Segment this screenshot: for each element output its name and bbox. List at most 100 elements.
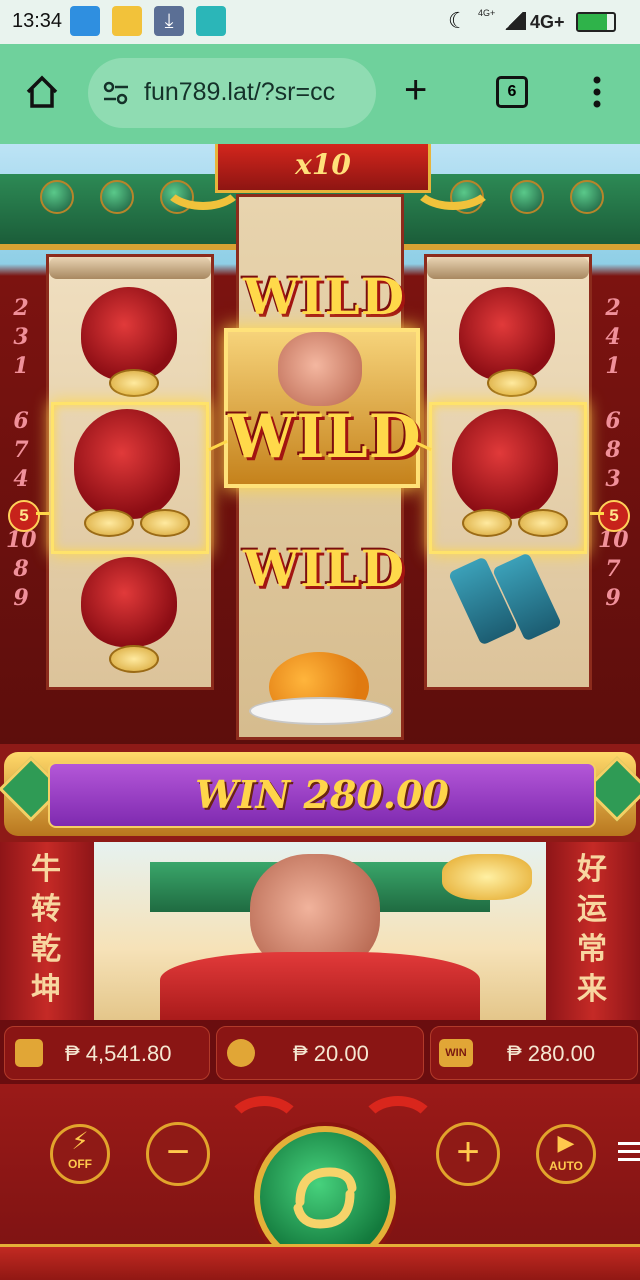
blessing-text-left: 牛 转 乾 坤	[16, 850, 76, 1010]
control-panel-base	[0, 1244, 640, 1280]
auto-spin-button[interactable]: ▶ AUTO	[536, 1124, 596, 1184]
decrease-bet-button[interactable]: −	[146, 1122, 210, 1186]
reel-scroll-top	[49, 257, 211, 279]
wild-symbol-label: WILD	[228, 402, 422, 472]
money-bag-symbol	[74, 409, 180, 519]
pillar-right: 好 运 常 来	[546, 842, 640, 1020]
line-number: 1	[13, 353, 29, 379]
blessing-char: 转	[31, 892, 61, 927]
win-icon: WIN	[439, 1039, 473, 1067]
wild-symbol-label: WILD	[243, 267, 406, 326]
ox-character	[278, 332, 362, 406]
hamburger-icon	[618, 1142, 640, 1161]
blessing-char: 好	[577, 852, 607, 887]
control-panel: ⚡ OFF − + ▶ AUTO	[0, 1084, 640, 1280]
blessing-char: 来	[577, 972, 607, 1007]
coins-icon	[227, 1039, 255, 1067]
roof-ornament	[510, 180, 544, 214]
home-button[interactable]	[22, 72, 62, 112]
wallet-icon	[15, 1039, 43, 1067]
roof-ornament	[40, 180, 74, 214]
money-bag-symbol	[81, 287, 177, 381]
money-bag-symbol	[81, 557, 177, 647]
payline-badge-right: 5	[598, 500, 630, 532]
line-number: 7	[605, 556, 621, 582]
coin-icon	[487, 369, 537, 397]
line-number: 9	[605, 585, 621, 611]
line-number: 1	[605, 353, 621, 379]
menu-button[interactable]	[588, 70, 606, 114]
line-number: 8	[605, 437, 621, 463]
coin-icon	[518, 509, 568, 537]
network-small-label: 4G+	[478, 8, 496, 18]
win-amount-text: WIN 280.00	[195, 772, 449, 817]
payline	[36, 512, 50, 515]
status-bar: 13:34 ⤓ ☾ 4G+ 4G+	[0, 0, 640, 44]
balance-value: ₱ 4,541.80	[65, 1041, 172, 1066]
battery-icon	[576, 12, 616, 32]
reel-right	[424, 254, 592, 690]
multiplier-label: x10	[295, 148, 351, 181]
turbo-label: OFF	[68, 1157, 92, 1171]
left-line-numbers: 2 3 1 6 7 4 10 8 9	[6, 294, 37, 613]
line-number: 9	[13, 585, 29, 611]
auto-label: AUTO	[549, 1159, 583, 1173]
gold-horn-right	[410, 154, 496, 210]
line-number: 8	[13, 556, 29, 582]
pillar-left: 牛 转 乾 坤	[0, 842, 94, 1020]
line-number: 2	[13, 295, 29, 321]
ox-mascot-jacket	[160, 952, 480, 1022]
blessing-char: 常	[577, 932, 607, 967]
money-bag-symbol	[459, 287, 555, 381]
wild-symbol-label: WILD	[243, 539, 406, 598]
signal-icon	[502, 12, 526, 30]
game-menu-button[interactable]	[618, 1140, 640, 1164]
character-scene: 牛 转 乾 坤 好 运 常 来	[0, 842, 640, 1022]
blessing-char: 乾	[31, 932, 61, 967]
plus-icon: +	[456, 1130, 480, 1174]
roof-ornament	[100, 180, 134, 214]
win-display: WIN ₱ 280.00	[430, 1026, 638, 1080]
gold-horn-left	[160, 154, 246, 210]
play-icon: ▶	[557, 1130, 575, 1155]
expanded-wild-tile: WILD	[224, 328, 422, 488]
url-bar[interactable]: fun789.lat/?sr=cc	[88, 58, 376, 128]
right-line-numbers: 2 4 1 6 8 3 10 7 9	[598, 294, 629, 613]
coin-icon	[109, 369, 159, 397]
home-icon	[26, 75, 58, 108]
line-number: 6	[13, 408, 29, 434]
minus-icon: −	[166, 1130, 190, 1174]
message-icon	[70, 6, 100, 36]
coin-icon	[109, 645, 159, 673]
win-banner-panel: WIN 280.00	[48, 762, 596, 828]
tab-count-button[interactable]: 6	[496, 76, 528, 108]
payline	[590, 512, 604, 515]
blessing-char: 运	[577, 892, 607, 927]
line-number: 6	[605, 408, 621, 434]
game-canvas: x10 2 3 1 6 7 4 10 8 9 5 2 4 1 6 8 3 10 …	[0, 144, 640, 1280]
payline-badge-left: 5	[8, 500, 40, 532]
clock: 13:34	[12, 10, 63, 32]
gold-ingot-icon	[442, 854, 532, 900]
site-settings-icon[interactable]	[102, 80, 130, 106]
winning-symbol-frame	[429, 402, 587, 554]
turbo-button[interactable]: ⚡ OFF	[50, 1124, 110, 1184]
line-number: 4	[13, 466, 29, 492]
money-bag-symbol	[452, 409, 558, 519]
spin-arrows-icon	[293, 1167, 357, 1229]
more-vert-icon	[593, 76, 601, 108]
winning-symbol-frame	[51, 402, 209, 554]
new-tab-button[interactable]: +	[404, 68, 427, 113]
stats-bar: ₱ 4,541.80 ₱ 20.00 WIN ₱ 280.00	[0, 1020, 640, 1084]
increase-bet-button[interactable]: +	[436, 1122, 500, 1186]
line-number: 7	[13, 437, 29, 463]
blessing-text-right: 好 运 常 来	[562, 850, 622, 1010]
bet-display: ₱ 20.00	[216, 1026, 424, 1080]
line-number: 3	[13, 324, 29, 350]
url-text[interactable]: fun789.lat/?sr=cc	[144, 78, 368, 107]
screenshot-icon	[196, 6, 226, 36]
roof-ornament	[570, 180, 604, 214]
line-number: 3	[605, 466, 621, 492]
network-label: 4G+	[530, 12, 565, 32]
blessing-char: 坤	[31, 972, 61, 1007]
